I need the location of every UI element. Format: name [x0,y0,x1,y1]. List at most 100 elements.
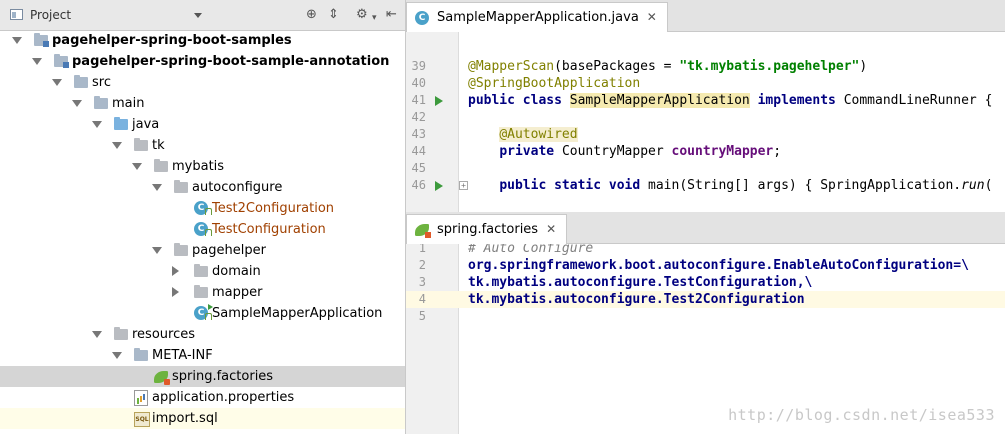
chevron-right-icon[interactable] [172,266,179,276]
runnable-class-icon: C [194,304,213,320]
tree-row[interactable]: C Test2Configuration [0,198,405,219]
code-line[interactable]: 1 # Auto Configure [406,244,1005,257]
scroll-from-source-icon[interactable]: ⊕ [306,8,317,22]
tab-label: spring.factories [437,222,539,237]
code-line[interactable]: 44 private CountryMapper countryMapper; [406,143,1005,160]
tree-row[interactable]: mapper [0,282,405,303]
class-icon: C [194,201,212,215]
tree-row[interactable]: autoconfigure [0,177,405,198]
tab-spring-factories[interactable]: spring.factories ✕ [406,214,568,244]
tree-item-label: main [112,96,145,111]
code-text: tk.mybatis.autoconfigure.TestConfigurati… [468,275,813,290]
tree-row[interactable]: pagehelper-spring-boot-sample-annotation [0,51,405,72]
chevron-down-icon[interactable] [52,79,62,86]
tree-row[interactable]: java [0,114,405,135]
line-number: 44 [411,144,426,158]
chevron-down-icon[interactable] [132,163,142,170]
chevron-down-icon[interactable] [32,58,42,65]
code-line[interactable]: 2 org.springframework.boot.autoconfigure.… [406,257,1005,274]
code-line[interactable]: 3 tk.mybatis.autoconfigure.TestConfigurat… [406,274,1005,291]
chevron-down-icon[interactable] [12,37,22,44]
line-number: 40 [411,76,426,90]
tree-row[interactable]: tk [0,135,405,156]
gear-dropdown-icon[interactable]: ▾ [372,11,377,25]
chevron-down-icon[interactable] [92,121,102,128]
code-line[interactable]: 45 [406,160,1005,177]
line-number: 43 [411,127,426,141]
run-icon[interactable] [435,96,443,106]
code-line[interactable]: 5 [406,308,1005,325]
tree-item-label: tk [152,138,165,153]
line-number: 46 [411,178,426,192]
close-icon[interactable]: ✕ [647,3,657,32]
collapse-all-icon[interactable]: ⇕ [328,8,339,22]
close-icon[interactable]: ✕ [546,215,556,244]
package-icon [194,285,208,298]
package-icon [174,243,188,256]
tree-row[interactable]: resources [0,324,405,345]
spring-factories-icon [415,223,431,238]
code-text: org.springframework.boot.autoconfigure.E… [468,258,969,273]
tree-item-label: pagehelper-spring-boot-sample-annotation [72,54,390,69]
tree-item-label: SampleMapperApplication [212,306,383,321]
chevron-right-icon[interactable] [172,287,179,297]
tree-row[interactable]: pagehelper [0,240,405,261]
class-icon: C [194,222,212,236]
package-icon [154,159,168,172]
code-line[interactable]: 46 + public static void main(String[] arg… [406,177,1005,194]
code-line[interactable]: 4 tk.mybatis.autoconfigure.Test2Configura… [406,291,1005,308]
fold-expand-icon[interactable]: + [459,181,468,190]
folder-icon [74,75,88,88]
code-line[interactable]: 40 @SpringBootApplication [406,75,1005,92]
chevron-down-icon[interactable] [152,247,162,254]
tree-row[interactable]: pagehelper-spring-boot-samples [0,30,405,51]
code-text: # Auto Configure [468,244,594,256]
chevron-down-icon[interactable] [152,184,162,191]
tree-item-label: pagehelper [192,243,266,258]
tab-sample-mapper-application[interactable]: C SampleMapperApplication.java ✕ [406,2,668,32]
line-number: 4 [418,292,426,306]
tree-row[interactable]: main [0,93,405,114]
chevron-down-icon[interactable] [112,352,122,359]
line-number: 2 [418,258,426,272]
line-number: 3 [418,275,426,289]
folder-icon [94,96,108,109]
tree-row[interactable]: spring.factories [0,366,405,387]
tree-item-label: import.sql [152,411,218,426]
tree-item-label: META-INF [152,348,213,363]
chevron-down-icon[interactable] [194,13,202,18]
chevron-down-icon[interactable] [72,100,82,107]
line-number: 41 [411,93,426,107]
tree-row[interactable]: application.properties [0,387,405,408]
line-number: 39 [411,59,426,73]
tab-label: SampleMapperApplication.java [437,10,639,25]
editor-area: C SampleMapperApplication.java ✕ 39 @Mapper… [406,0,1005,434]
resources-folder-icon [114,327,128,340]
tree-item-label: src [92,75,111,90]
tree-row[interactable]: C SampleMapperApplication [0,303,405,324]
tree-item-label: autoconfigure [192,180,283,195]
tree-row[interactable]: C TestConfiguration [0,219,405,240]
bottom-editor-tabbar: spring.factories ✕ [406,212,1005,244]
tree-row[interactable]: domain [0,261,405,282]
code-line[interactable]: 42 [406,109,1005,126]
project-view-icon[interactable] [10,9,23,20]
run-icon[interactable] [435,181,443,191]
project-tool-window: Project ⊕ ⇕ ⚙ ▾ ⇤ pagehelper-spring-boot… [0,0,406,434]
chevron-down-icon[interactable] [112,142,122,149]
hide-panel-icon[interactable]: ⇤ [386,8,397,22]
gear-icon[interactable]: ⚙ [356,8,368,22]
code-line[interactable]: 39 @MapperScan(basePackages = "tk.mybatis… [406,58,1005,75]
tree-row[interactable]: src [0,72,405,93]
code-line[interactable]: 41 public class SampleMapperApplication i… [406,92,1005,109]
code-line[interactable]: 43 @Autowired [406,126,1005,143]
tree-item-label: spring.factories [172,369,274,384]
tree-row[interactable]: SQL import.sql [0,408,405,429]
java-code-editor[interactable]: 39 @MapperScan(basePackages = "tk.mybatis… [406,32,1005,212]
chevron-down-icon[interactable] [92,331,102,338]
tree-row[interactable]: mybatis [0,156,405,177]
line-number: 1 [418,244,426,255]
project-view-selector[interactable]: Project [30,8,71,22]
tree-item-label: Test2Configuration [212,201,335,216]
tree-row[interactable]: META-INF [0,345,405,366]
